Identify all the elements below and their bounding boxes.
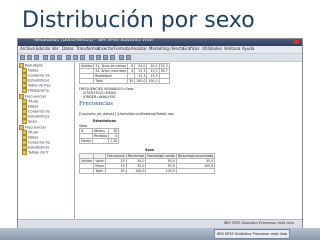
section-title: Frecuencias — [79, 101, 114, 107]
table-row: Total 30 100,0 100,0 — [78, 78, 170, 84]
menu-transformar[interactable]: Transformar — [76, 46, 100, 51]
folder-icon — [22, 88, 27, 93]
variables-icon[interactable] — [80, 55, 85, 60]
goto-case-icon[interactable] — [73, 55, 78, 60]
print-icon[interactable] — [34, 55, 39, 60]
menu-edicion[interactable]: Edición — [36, 46, 50, 51]
stats-title: Estadísticos — [93, 119, 116, 123]
menu-graficos[interactable]: Gráficos — [183, 46, 199, 51]
redo-icon[interactable] — [57, 55, 62, 60]
menu-ventana[interactable]: Ventana — [224, 46, 240, 51]
output-icon[interactable] — [96, 55, 101, 60]
frequency-table: Frecuencia Porcentaje Porcentaje válido Por… — [78, 153, 216, 174]
show-icon[interactable] — [119, 55, 124, 60]
slide-title: Distribución por sexo — [22, 8, 255, 33]
hide-icon[interactable] — [126, 55, 131, 60]
dialog-recall-icon[interactable] — [43, 55, 48, 60]
close-icon[interactable] — [294, 40, 299, 44]
promote-icon[interactable] — [103, 55, 108, 60]
tree-item[interactable]: Sexo — [22, 119, 37, 124]
dataset-line: [Conjunto_de_datos1] /Users/Admin/Deskto… — [79, 112, 174, 116]
outline-pane: Resultado Notas Conjunto de Estadísticos… — [18, 62, 75, 219]
chart-icon[interactable] — [89, 55, 94, 60]
table-row: Total 30 100,0 100,0 — [78, 168, 216, 174]
goto-data-icon[interactable] — [66, 55, 71, 60]
menu-utilidades[interactable]: Utilidades — [202, 46, 222, 51]
menu-datos[interactable]: Datos — [62, 46, 74, 51]
syntax-line: /ORDER=ANALYSIS. — [83, 95, 117, 99]
menu-archivo[interactable]: Archivo — [20, 46, 35, 51]
status-text: IBM SPSS Statistics Processor está listo — [223, 221, 294, 225]
spss-window: *Resultado1 [Documento1] - IBM SPSS Stat… — [17, 38, 303, 230]
table-row: Media 1,50 — [79, 138, 120, 144]
open-icon[interactable] — [20, 55, 25, 60]
undo-icon[interactable] — [50, 55, 55, 60]
menu-bar: Archivo Edición Ver Datos Transformar In… — [18, 46, 302, 54]
freq-table-title: Sexo — [145, 148, 155, 152]
demote-icon[interactable] — [110, 55, 115, 60]
taskbar-window[interactable]: IBM SPSS Statistics Processor está listo — [214, 229, 291, 239]
menu-insertar[interactable]: Insertar — [98, 46, 114, 51]
folder-icon — [22, 119, 27, 124]
folder-icon — [22, 150, 27, 155]
menu-marketing[interactable]: Marketing directo — [149, 46, 184, 51]
stats-table: N Válidos 30 Perdidos 0 Media 1,50 — [79, 128, 120, 144]
save-icon[interactable] — [27, 55, 32, 60]
menu-ayuda[interactable]: Ayuda — [242, 46, 254, 51]
window-titlebar: *Resultado1 [Documento1] - IBM SPSS Stat… — [18, 39, 302, 46]
toolbar — [18, 54, 302, 62]
menu-formato[interactable]: Formato — [114, 46, 131, 51]
previous-table: Válidos 31. Tenis de campo 6 20,0 20,0 23,3 3… — [78, 63, 170, 84]
tree-item[interactable]: Tablas de fr — [22, 150, 49, 155]
window-title: *Resultado1 [Documento1] - IBM SPSS Stat… — [32, 38, 154, 43]
tree-item[interactable]: Histograma — [22, 88, 49, 93]
output-pane: Válidos 31. Tenis de campo 6 20,0 20,0 23,3 3… — [75, 62, 302, 219]
menu-analizar[interactable]: Analizar — [131, 46, 147, 51]
taskbar: IBM SPSS Statistics Processor está listo — [0, 228, 320, 240]
menu-ver[interactable]: Ver — [52, 46, 59, 51]
